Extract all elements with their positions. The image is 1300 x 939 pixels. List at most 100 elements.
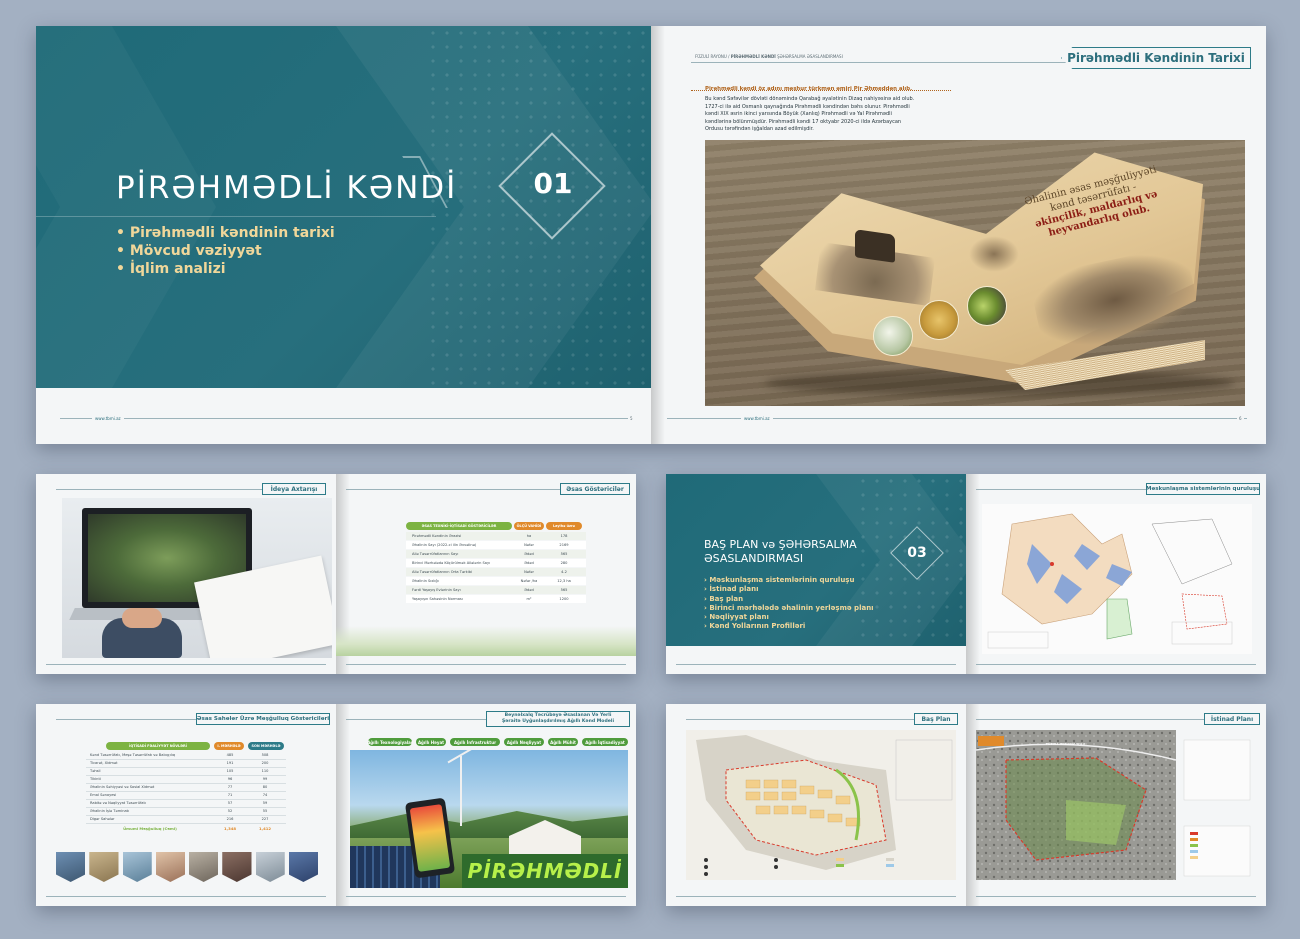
photo-thumbnail (189, 852, 219, 882)
row-stage1: 191 (226, 761, 234, 766)
row-indicator-name: Əhalinin Sıxlığı (412, 579, 439, 583)
pill-smart-economy: Ağıllı İqtisadiyyat (582, 738, 628, 746)
photo-thumbnail (222, 852, 252, 882)
smart-village-render: PİRƏHMƏDLİ (350, 750, 628, 888)
table-header-final: SON MƏRHƏLƏ (248, 742, 284, 750)
row-final: 508 (261, 753, 269, 758)
row-indicator-name: Ailə Təsərrüfatlarının Orta Tərkibi (412, 570, 473, 574)
row-stage1: 57 (227, 801, 233, 806)
mountains (350, 811, 628, 838)
row-unit: Ədəd (524, 552, 534, 556)
footer-line (60, 418, 635, 419)
section-cover-page: PİRƏHMƏDLİ KƏNDİ 01 Pirəhmədli kəndinin … (36, 26, 651, 444)
row-final: 227 (261, 817, 269, 822)
row-stage1: 71 (227, 793, 233, 798)
row-value: 178 (560, 534, 568, 538)
row-activity-name: Kənd Təsərrüfatı, Meşə Təsərrüfatı və Ba… (90, 753, 175, 758)
history-paragraph: Bu kənd Səfəvilər dövləti dönəmində Qara… (705, 96, 915, 133)
pill-smart-infra: Ağıllı İnfrastruktur (450, 738, 500, 746)
master-plan-page: Baş Plan (666, 704, 966, 906)
divider (36, 216, 436, 217)
breadcrumb: FÜZULİ RAYONU / PİRƏHMƏDLİ KƏNDİ ŞƏHƏRSA… (695, 54, 843, 59)
section-topics: Məskunlaşma sistemlərinin quruluşu İstin… (704, 576, 874, 632)
row-stage1: 216 (226, 817, 234, 822)
breadcrumb-bold: PİRƏHMƏDLİ KƏNDİ (730, 54, 776, 59)
footer-line (676, 896, 956, 897)
reference-plan-map (976, 730, 1251, 880)
section-title-line: ƏSASLANDIRMASI (704, 552, 804, 565)
footer-line (46, 896, 326, 897)
section-title-line: BAŞ PLAN və ŞƏHƏRSALMA (704, 538, 857, 551)
table-row: Əhalinin Sıxlığı Nəfər /ha 12,3 ha (406, 577, 586, 585)
indicators-page: Əsas Göstəricilər ƏSAS TEXNİKİ-İQTİSADİ … (336, 474, 636, 674)
pill-smart-life: Ağıllı Həyat (416, 738, 446, 746)
row-activity-name: Əhalinin Səhiyyəsi və Sosial Xidmət (90, 785, 155, 790)
topic-item: İstinad planı (704, 585, 874, 594)
row-value: 280 (560, 561, 568, 565)
table-row: Əhalinin Sayı (2022-ci ilin Əvvəlinə) Nəf… (406, 541, 586, 549)
page-tag: İdeya Axtarışı (262, 483, 326, 495)
reference-plan-page: İstinad Planı FÜZULİ–HORADİZ YOLU (966, 704, 1266, 906)
photo-thumbnail (155, 852, 185, 882)
smart-village-page: Beynəlxalq Təcrübəyə Əsaslanan Və Yerli … (336, 704, 636, 906)
footer-website: www.tbmi.az (741, 416, 773, 421)
village-sign: PİRƏHMƏDLİ (462, 854, 628, 888)
intro-text: Pirəhmədli kəndi öz adını məşhur türkmən… (705, 86, 913, 92)
row-unit: Ədəd (524, 561, 534, 565)
page-tag-line: Şəraitə Uyğunlaşdırılmış Ağıllı Kənd Mod… (501, 719, 615, 724)
book-photo: Əhalinin əsas məşğuliyyəti kənd təsərrüf… (705, 140, 1245, 406)
section-number: 01 (533, 167, 573, 200)
village-sign-text: PİRƏHMƏDLİ (467, 859, 623, 883)
row-value: 2169 (559, 543, 569, 547)
row-stage1: 77 (227, 785, 233, 790)
row-activity-name: Rabitə və Nəqliyyat Təsərrüfatı (90, 801, 146, 806)
footer-line (346, 896, 626, 897)
total-stage1: 1,348 (223, 826, 236, 831)
page-tag: Əsas Sahələr Üzrə Məşğulluq Göstəricilər… (196, 713, 330, 725)
row-final: 55 (262, 809, 268, 814)
photo-thumbnail (288, 852, 318, 882)
footer-website: www.tbmi.az (92, 416, 124, 421)
table-body: Kənd Təsərrüfatı, Meşə Təsərrüfatı və Ba… (86, 752, 286, 824)
table-row: Təhsil 105 110 (86, 768, 286, 776)
page-fold-shadow (336, 704, 350, 906)
tractor-icon (855, 229, 895, 263)
page-number: 6 (1237, 416, 1244, 421)
row-activity-name: Tikinti (90, 777, 101, 782)
wheat-icon (919, 300, 959, 340)
total-label: Ümumi Məşğulluq (Cəmi) (123, 826, 177, 831)
total-final: 1,412 (258, 826, 271, 831)
photo-thumbnail (89, 852, 119, 882)
footer-line (46, 664, 326, 665)
row-value: 12,3 ha (557, 579, 571, 583)
footer-line (976, 664, 1256, 665)
village-illustration (969, 236, 1019, 272)
row-indicator-name: Pirəhmədli Kəndinin Ərazisi (412, 534, 462, 538)
table-row: Əhalinin Səhiyyəsi və Sosial Xidmət 77 80 (86, 784, 286, 792)
topic-item: Mövcud vəziyyət (116, 242, 335, 260)
row-activity-name: Digər Sahələr (90, 817, 115, 822)
photo-thumbnail (122, 852, 152, 882)
row-stage1: 52 (227, 809, 233, 814)
row-activity-name: Əhalinin İşlə Təminatı (90, 809, 130, 814)
photo-thumbnail (255, 852, 285, 882)
row-value: 1200 (559, 597, 569, 601)
intro-underline (691, 90, 951, 91)
employment-page: Əsas Sahələr Üzrə Məşğulluq Göstəricilər… (36, 704, 336, 906)
footer-line (346, 664, 626, 665)
section-cover-page: BAŞ PLAN və ŞƏHƏRSALMA ƏSASLANDIRMASI 03… (666, 474, 966, 674)
row-final: 80 (262, 785, 268, 790)
master-plan-map (686, 730, 956, 880)
table-row: Ailə Təsərrüfatlarının Sayı Ədəd 565 (406, 550, 586, 558)
section-topics: Pirəhmədli kəndinin tarixi Mövcud vəziyy… (116, 224, 335, 278)
indicators-table: ƏSAS TEXNİKİ-İQTİSADİ GÖSTƏRİCİLƏR ÖLÇÜ … (406, 522, 586, 606)
row-activity-name: Ticarət, Xidmət (90, 761, 118, 766)
topic-item: Pirəhmədli kəndinin tarixi (116, 224, 335, 242)
footer-line (676, 664, 956, 665)
landscape-illustration (336, 626, 636, 656)
table-header-indicators: ƏSAS TEXNİKİ-İQTİSADİ GÖSTƏRİCİLƏR (406, 522, 512, 530)
row-unit: m² (526, 597, 532, 601)
topic-item: Birinci mərhələdə əhalinin yerləşmə plan… (704, 604, 873, 613)
table-row: Kənd Təsərrüfatı, Meşə Təsərrüfatı və Ba… (86, 752, 286, 760)
section-number: 03 (907, 545, 927, 561)
